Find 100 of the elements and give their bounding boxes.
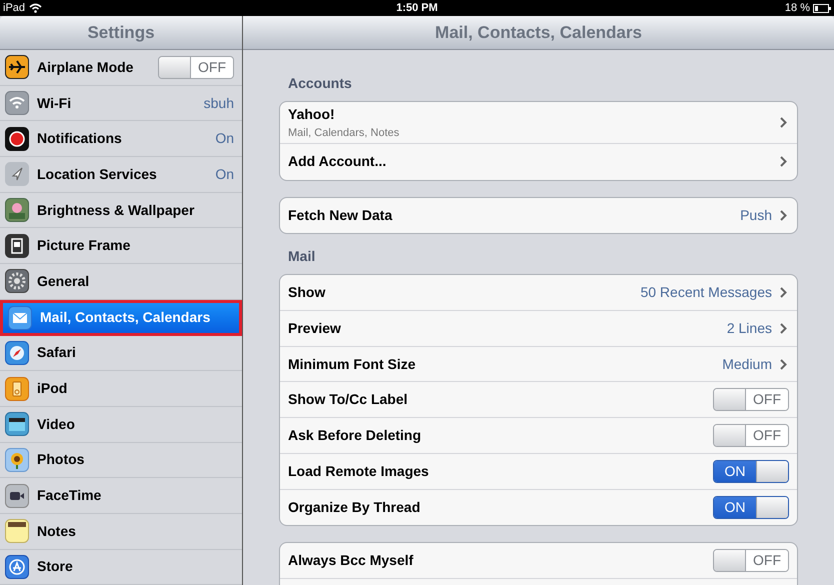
chevron-icon xyxy=(780,322,787,334)
toggle-switch[interactable]: ON xyxy=(713,496,789,519)
settings-row[interactable]: Fetch New Data Push xyxy=(280,198,797,234)
chevron-icon xyxy=(780,156,787,168)
sidebar-item[interactable]: iPod xyxy=(0,371,242,407)
switch-knob xyxy=(714,424,746,446)
envelope-icon xyxy=(8,306,32,330)
sidebar-item[interactable]: Safari xyxy=(0,336,242,372)
item-value: On xyxy=(215,164,234,184)
item-label: Notes xyxy=(37,522,77,541)
sidebar-title: Settings xyxy=(87,22,155,44)
settings-row[interactable]: Show 50 Recent Messages xyxy=(280,275,797,312)
switch-label: ON xyxy=(724,498,746,517)
item-label: Photos xyxy=(37,450,86,470)
music-player-icon xyxy=(5,376,29,401)
row-label: Preview xyxy=(288,318,342,338)
battery-percentage: 18 % xyxy=(784,0,810,16)
item-label: Video xyxy=(37,414,76,434)
item-label: Airplane Mode xyxy=(37,58,134,77)
airplane-icon xyxy=(5,55,29,80)
clapperboard-icon xyxy=(5,412,29,436)
settings-row[interactable]: Preview 2 Lines xyxy=(280,311,797,347)
chevron-icon xyxy=(780,210,787,222)
row-label: Minimum Font Size xyxy=(288,354,417,374)
switch-label: OFF xyxy=(198,58,226,77)
detail-title: Mail, Contacts, Calendars xyxy=(435,22,642,44)
row-label: Yahoo! xyxy=(288,104,336,124)
switch-label: OFF xyxy=(753,390,781,410)
toggle-switch[interactable]: ON xyxy=(713,460,789,483)
row-value: 50 Recent Messages xyxy=(640,283,772,302)
app-store-icon xyxy=(5,554,29,579)
device-name: iPad xyxy=(3,0,26,16)
sidebar-item[interactable]: FaceTime xyxy=(0,478,242,514)
row-value: Medium xyxy=(722,354,772,374)
item-label: Store xyxy=(37,557,74,576)
row-label: Load Remote Images xyxy=(288,462,430,481)
item-label: FaceTime xyxy=(37,486,102,506)
sidebar-item[interactable]: Notifications On xyxy=(0,121,242,158)
picture-frame-icon xyxy=(5,234,29,258)
sidebar-item[interactable]: Brightness & Wallpaper xyxy=(0,192,242,228)
sidebar-item[interactable]: Wi-Fi sbuh xyxy=(0,86,242,122)
row-value: Push xyxy=(740,206,772,226)
row-value: 2 Lines xyxy=(726,318,772,338)
row-label: Ask Before Deleting xyxy=(288,426,422,445)
toggle-switch[interactable]: OFF xyxy=(158,56,234,79)
switch-label: ON xyxy=(724,462,746,481)
switch-knob xyxy=(159,56,191,78)
item-label: Mail, Contacts, Calendars xyxy=(40,308,212,328)
switch-label: OFF xyxy=(753,551,781,570)
item-label: Notifications xyxy=(37,129,123,148)
row-label: Add Account... xyxy=(288,152,388,172)
item-label: Safari xyxy=(37,343,77,362)
item-label: Wi-Fi xyxy=(37,94,72,113)
row-label: Show To/Cc Label xyxy=(288,390,409,410)
sidebar-item[interactable]: Video xyxy=(0,406,242,443)
gear-icon xyxy=(5,269,29,294)
chevron-icon xyxy=(780,117,787,128)
item-label: iPod xyxy=(37,379,68,398)
toggle-switch[interactable]: OFF xyxy=(713,388,789,412)
item-value: sbuh xyxy=(204,94,234,113)
status-time: 1:50 PM xyxy=(395,0,439,16)
compass-icon xyxy=(5,340,29,365)
sidebar-item[interactable]: Store xyxy=(0,550,242,585)
settings-row[interactable]: Add Account... xyxy=(280,144,797,180)
switch-knob xyxy=(756,496,788,518)
wifi-icon xyxy=(5,91,29,116)
item-label: Brightness & Wallpaper xyxy=(37,200,196,220)
item-value: On xyxy=(215,129,234,148)
section-header: Mail xyxy=(287,247,316,266)
sidebar-item[interactable]: Airplane Mode OFF xyxy=(0,50,242,86)
settings-row[interactable]: Yahoo! Mail, Calendars, Notes xyxy=(280,102,797,144)
settings-row[interactable]: Minimum Font Size Medium xyxy=(280,346,797,382)
sidebar-item[interactable]: Notes xyxy=(0,514,242,550)
sunflower-icon xyxy=(5,448,29,472)
sidebar-item[interactable]: Location Services On xyxy=(0,157,242,193)
switch-label: OFF xyxy=(753,426,781,445)
item-label: General xyxy=(37,272,90,291)
sidebar-item[interactable]: Mail, Contacts, Calendars xyxy=(0,300,242,336)
switch-knob xyxy=(714,389,746,410)
row-label: Always Bcc Myself xyxy=(288,551,414,570)
row-label: Organize By Thread xyxy=(288,498,422,517)
battery-icon xyxy=(813,4,831,12)
row-subtitle: Mail, Calendars, Notes xyxy=(288,126,400,141)
flower-icon xyxy=(5,198,29,222)
section-header: Accounts xyxy=(287,74,353,93)
chevron-icon xyxy=(780,287,787,298)
row-label: Show xyxy=(288,283,326,302)
item-label: Location Services xyxy=(37,164,158,184)
notepad-icon xyxy=(5,519,29,544)
switch-knob xyxy=(714,550,746,572)
toggle-switch[interactable]: OFF xyxy=(713,549,789,572)
record-icon xyxy=(5,126,29,151)
switch-knob xyxy=(756,460,788,482)
wifi-icon xyxy=(29,3,42,13)
toggle-switch[interactable]: OFF xyxy=(713,424,789,447)
chevron-icon xyxy=(780,358,787,370)
camera-icon xyxy=(5,484,29,508)
sidebar-item[interactable]: Photos xyxy=(0,442,242,478)
sidebar-item[interactable]: Picture Frame xyxy=(0,228,242,264)
row-label: Fetch New Data xyxy=(288,206,394,226)
